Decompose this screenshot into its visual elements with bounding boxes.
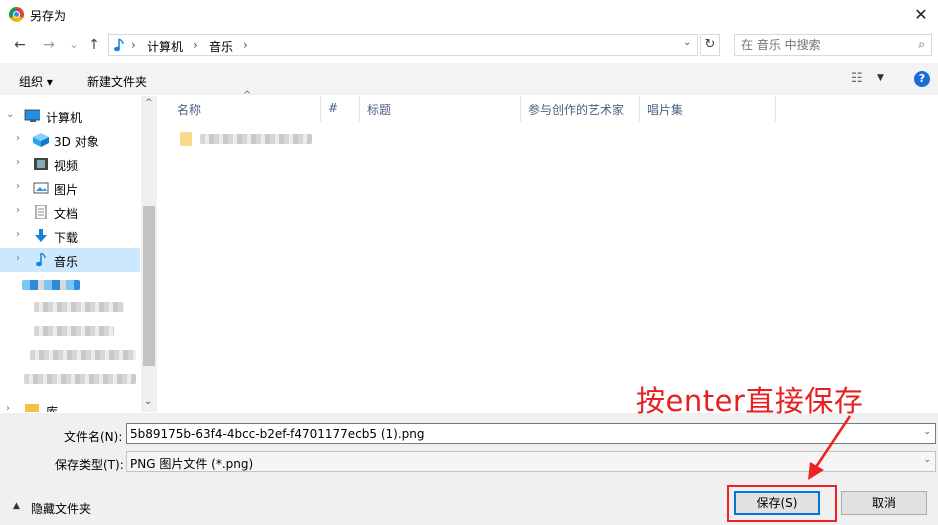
chevron-right-icon[interactable]: › — [16, 133, 20, 144]
organize-menu[interactable]: 组织 ▾ — [19, 73, 53, 90]
sidebar-item-label: 计算机 — [46, 111, 83, 125]
annotation-arrow-icon — [808, 415, 852, 480]
search-input[interactable] — [741, 37, 901, 53]
library-icon — [25, 404, 39, 412]
filetype-value: PNG 图片文件 (*.png) — [130, 457, 254, 471]
obscured-item — [24, 374, 136, 384]
forward-icon[interactable]: → — [40, 36, 58, 54]
document-icon — [35, 205, 47, 219]
sidebar-item-music[interactable]: › 音乐 — [0, 248, 140, 272]
refresh-button[interactable]: ↻ — [700, 34, 720, 56]
collapse-icon[interactable]: ⌄ — [6, 109, 14, 120]
search-icon[interactable]: ⌕ — [918, 37, 925, 52]
view-options-icon[interactable]: ☷ — [851, 71, 863, 86]
pictures-icon — [33, 182, 49, 194]
download-icon — [35, 229, 47, 242]
obscured-item — [30, 350, 136, 360]
recent-locations-icon[interactable]: ⌄ — [65, 36, 83, 54]
column-header-name[interactable]: 名称 — [177, 101, 201, 118]
chevron-down-icon[interactable]: ⌄ — [923, 427, 931, 437]
column-header-album[interactable]: 唱片集 — [647, 101, 683, 118]
sidebar-item-videos[interactable]: › 视频 — [0, 152, 140, 176]
column-divider[interactable] — [320, 96, 321, 122]
filename-value[interactable]: 5b89175b-63f4-4bcc-b2ef-f4701177ecb5 (1)… — [130, 427, 425, 441]
scroll-up-icon[interactable]: ^ — [145, 98, 153, 108]
video-icon — [34, 158, 48, 170]
obscured-item — [34, 302, 124, 312]
column-header-number[interactable]: # — [328, 101, 338, 115]
sidebar-item-label: 库 — [46, 405, 59, 412]
filename-label: 文件名(N): — [64, 430, 123, 444]
sidebar-item-label: 图片 — [54, 183, 79, 197]
chevron-right-icon[interactable]: › — [16, 205, 20, 216]
cancel-button[interactable]: 取消 — [841, 491, 927, 515]
music-icon — [36, 253, 46, 267]
obscured-file-row[interactable] — [200, 134, 312, 144]
cube-icon — [33, 133, 49, 147]
scroll-down-icon[interactable]: ⌄ — [144, 396, 152, 407]
sidebar-item-label: 视频 — [54, 159, 79, 173]
filetype-label: 保存类型(T): — [55, 458, 124, 472]
sidebar-item-label: 3D 对象 — [54, 135, 99, 149]
navigation-pane: ⌄ 计算机 › 3D 对象 › 视频 › 图片 › 文档 › 下载 › 音乐 ›… — [0, 96, 157, 412]
sidebar-item-downloads[interactable]: › 下载 — [0, 224, 140, 248]
up-icon[interactable]: ↑ — [85, 36, 103, 54]
chevron-right-icon[interactable]: › — [16, 229, 20, 240]
column-divider[interactable] — [520, 96, 521, 122]
new-folder-button[interactable]: 新建文件夹 — [87, 73, 147, 90]
column-divider[interactable] — [639, 96, 640, 122]
sidebar-item-3d-objects[interactable]: › 3D 对象 — [0, 128, 140, 152]
column-header-title[interactable]: 标题 — [367, 101, 391, 118]
breadcrumb-separator: › — [243, 38, 248, 52]
sidebar-item-label: 下载 — [54, 231, 79, 245]
chevron-right-icon[interactable]: › — [6, 403, 10, 412]
breadcrumb-separator: › — [131, 38, 136, 52]
chrome-icon — [9, 7, 24, 22]
breadcrumb-music[interactable]: 音乐 — [209, 38, 233, 55]
close-button[interactable]: ✕ — [906, 2, 936, 28]
address-dropdown-icon[interactable]: ⌄ — [683, 37, 691, 48]
scrollbar-thumb[interactable] — [143, 206, 155, 366]
column-header-artists[interactable]: 参与创作的艺术家 — [528, 101, 624, 118]
view-dropdown-icon[interactable]: ▼ — [877, 73, 884, 83]
window-title: 另存为 — [30, 9, 67, 23]
obscured-item — [34, 326, 114, 336]
sidebar-item-computer[interactable]: ⌄ 计算机 — [0, 104, 140, 128]
command-bar: 组织 ▾ 新建文件夹 ☷ ▼ ? — [0, 63, 938, 95]
breadcrumb-separator: › — [193, 38, 198, 52]
help-icon[interactable]: ? — [914, 71, 930, 87]
obscured-item — [22, 280, 80, 290]
music-icon — [114, 38, 124, 52]
folder-icon — [180, 132, 192, 146]
sidebar-item-library[interactable]: › 库 — [0, 398, 140, 412]
chevron-down-icon[interactable]: ⌄ — [923, 455, 931, 465]
chevron-right-icon[interactable]: › — [16, 157, 20, 168]
chevron-right-icon[interactable]: › — [16, 253, 20, 264]
sidebar-item-label: 音乐 — [54, 255, 79, 269]
chevron-right-icon[interactable]: › — [16, 181, 20, 192]
sort-ascending-icon: ^ — [243, 90, 252, 101]
hide-folders-toggle[interactable]: 隐藏文件夹 — [31, 500, 91, 517]
column-divider[interactable] — [775, 96, 776, 122]
breadcrumb-computer[interactable]: 计算机 — [147, 38, 183, 55]
annotation-highlight-box — [727, 485, 837, 522]
computer-icon — [24, 109, 40, 122]
column-divider[interactable] — [359, 96, 360, 122]
search-box[interactable]: ⌕ — [734, 34, 932, 56]
chevron-up-icon[interactable]: ▲ — [13, 501, 20, 511]
sidebar-item-documents[interactable]: › 文档 — [0, 200, 140, 224]
title-bar: 另存为 ✕ — [0, 0, 938, 30]
back-icon[interactable]: ← — [11, 36, 29, 54]
sidebar-item-label: 文档 — [54, 207, 79, 221]
sidebar-item-pictures[interactable]: › 图片 — [0, 176, 140, 200]
address-bar[interactable]: › 计算机 › 音乐 › — [108, 34, 698, 56]
